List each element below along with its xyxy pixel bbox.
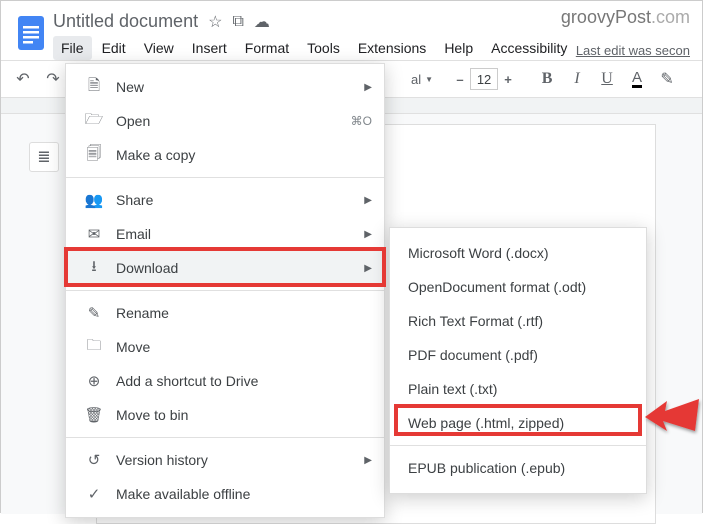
menu-insert[interactable]: Insert — [184, 36, 235, 60]
document-outline-button[interactable]: ≣ — [29, 142, 59, 172]
italic-button[interactable]: I — [563, 65, 591, 93]
star-icon[interactable]: ☆ — [208, 12, 222, 32]
font-name-partial[interactable]: al — [411, 72, 421, 87]
menu-item-label: Make a copy — [116, 147, 195, 163]
shortcut-label: ⌘O — [351, 114, 372, 128]
titlebar: Untitled document ☆ ⧉ ☁ FileEditViewInse… — [1, 1, 702, 60]
download-option-plain-text-txt[interactable]: Plain text (.txt) — [390, 372, 646, 406]
font-size-input[interactable] — [470, 68, 498, 90]
menu-format[interactable]: Format — [237, 36, 297, 60]
move-icon: 🗀 — [82, 335, 106, 360]
file-menu-make-available-offline[interactable]: ✓ Make available offline — [66, 477, 384, 511]
menu-edit[interactable]: Edit — [94, 36, 134, 60]
submenu-arrow-icon: ▶ — [364, 229, 372, 240]
font-size-increase[interactable]: + — [498, 68, 518, 90]
file-menu-add-a-shortcut-to-drive[interactable]: ⊕ Add a shortcut to Drive — [66, 364, 384, 398]
new-icon: 🗎 — [82, 75, 106, 100]
add-a-shortcut-to-drive-icon: ⊕ — [82, 372, 106, 390]
download-option-pdf-document-pdf[interactable]: PDF document (.pdf) — [390, 338, 646, 372]
download-option-rich-text-format-rtf[interactable]: Rich Text Format (.rtf) — [390, 304, 646, 338]
make-a-copy-icon: 🗐 — [82, 143, 106, 168]
download-option-microsoft-word-docx[interactable]: Microsoft Word (.docx) — [390, 236, 646, 270]
undo-button[interactable]: ↶ — [9, 65, 37, 93]
menu-item-label: Make available offline — [116, 486, 250, 502]
submenu-arrow-icon: ▶ — [364, 82, 372, 93]
menu-file[interactable]: File — [53, 36, 92, 60]
highlight-button[interactable]: ✎ — [653, 65, 681, 93]
download-option-epub-publication-epub[interactable]: EPUB publication (.epub) — [390, 451, 646, 485]
submenu-arrow-icon: ▶ — [364, 263, 372, 274]
menu-accessibility[interactable]: Accessibility — [483, 36, 575, 60]
menu-item-label: Download — [116, 260, 178, 276]
file-menu-make-a-copy[interactable]: 🗐 Make a copy — [66, 138, 384, 172]
submenu-arrow-icon: ▶ — [364, 455, 372, 466]
make-available-offline-icon: ✓ — [82, 485, 106, 503]
download-option-web-page-html-zipped[interactable]: Web page (.html, zipped) — [390, 406, 646, 440]
file-menu-email[interactable]: ✉ Email ▶ — [66, 217, 384, 251]
share-icon: 👥 — [82, 191, 106, 209]
menu-item-label: New — [116, 79, 144, 95]
rename-icon: ✎ — [82, 304, 106, 322]
text-color-button[interactable]: A — [623, 65, 651, 93]
cloud-status-icon[interactable]: ☁ — [254, 12, 270, 32]
menu-separator — [66, 290, 384, 291]
document-title[interactable]: Untitled document — [53, 11, 198, 32]
version-history-icon: ↺ — [82, 451, 106, 469]
submenu-arrow-icon: ▶ — [364, 195, 372, 206]
menu-item-label: Version history — [116, 452, 208, 468]
file-menu-new[interactable]: 🗎 New ▶ — [66, 70, 384, 104]
move-to-bin-icon: 🗑 — [82, 406, 106, 424]
download-option-opendocument-format-odt[interactable]: OpenDocument format (.odt) — [390, 270, 646, 304]
redo-button[interactable]: ↷ — [39, 65, 67, 93]
menu-tools[interactable]: Tools — [299, 36, 348, 60]
file-menu-version-history[interactable]: ↺ Version history ▶ — [66, 443, 384, 477]
file-menu-download[interactable]: ⭳ Download ▶ — [66, 251, 384, 285]
menu-item-label: Rename — [116, 305, 169, 321]
menu-separator — [66, 437, 384, 438]
watermark-brand: groovyPost.com — [561, 7, 690, 28]
font-size-decrease[interactable]: – — [450, 68, 470, 90]
menu-view[interactable]: View — [136, 36, 182, 60]
menu-separator — [390, 445, 646, 446]
email-icon: ✉ — [82, 225, 106, 243]
docs-logo[interactable] — [13, 9, 49, 57]
underline-button[interactable]: U — [593, 65, 621, 93]
download-submenu: Microsoft Word (.docx)OpenDocument forma… — [389, 227, 647, 494]
menu-extensions[interactable]: Extensions — [350, 36, 434, 60]
file-menu-open[interactable]: 🗁 Open ⌘O — [66, 104, 384, 138]
download-icon: ⭳ — [82, 256, 106, 281]
chevron-down-icon[interactable]: ▼ — [425, 75, 433, 84]
open-icon: 🗁 — [82, 109, 106, 134]
bold-button[interactable]: B — [533, 65, 561, 93]
file-menu-move-to-bin[interactable]: 🗑 Move to bin — [66, 398, 384, 432]
file-menu: 🗎 New ▶ 🗁 Open ⌘O 🗐 Make a copy 👥 Share ▶ ✉ Email ▶ ⭳ D… — [65, 63, 385, 518]
file-menu-rename[interactable]: ✎ Rename — [66, 296, 384, 330]
menu-item-label: Move to bin — [116, 407, 188, 423]
menu-item-label: Share — [116, 192, 153, 208]
menu-item-label: Email — [116, 226, 151, 242]
menu-item-label: Move — [116, 339, 150, 355]
last-edit-link[interactable]: Last edit was secon — [576, 43, 690, 58]
menu-separator — [66, 177, 384, 178]
file-menu-share[interactable]: 👥 Share ▶ — [66, 183, 384, 217]
menu-item-label: Open — [116, 113, 150, 129]
menu-item-label: Add a shortcut to Drive — [116, 373, 258, 389]
file-menu-move[interactable]: 🗀 Move — [66, 330, 384, 364]
move-folder-icon[interactable]: ⧉ — [232, 13, 243, 31]
font-size-control: – + — [449, 67, 519, 91]
menu-help[interactable]: Help — [436, 36, 481, 60]
